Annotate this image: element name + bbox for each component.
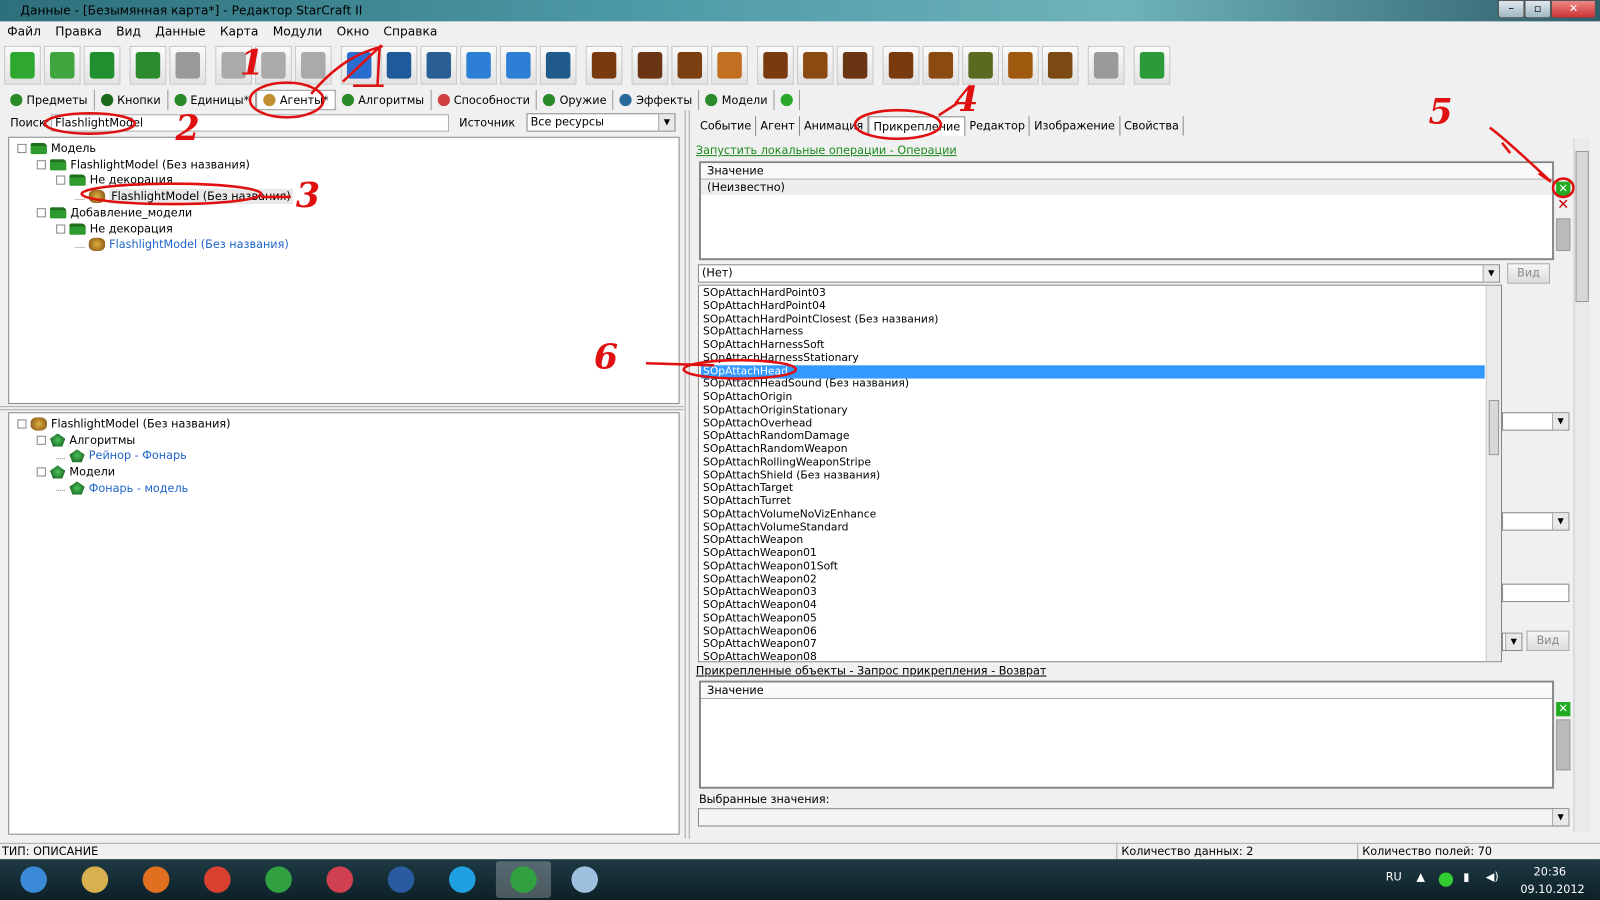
annotation-1: 1	[239, 42, 264, 84]
annotation-6: 6	[593, 336, 619, 378]
annotation-4: 4	[954, 79, 979, 121]
annotation-stroke	[938, 100, 1552, 183]
annotation-stroke	[310, 43, 384, 95]
annotation-circle-agents	[248, 81, 325, 119]
annotation-2: 2	[175, 108, 200, 149]
annotation-circle-search	[43, 111, 136, 135]
app-window: Данные - [Безымянная карта*] - Редактор …	[0, 0, 1600, 900]
annotation-3: 3	[295, 175, 321, 217]
annotation-circle-add	[1551, 177, 1575, 199]
annotation-5: 5	[1428, 91, 1453, 133]
annotation-overlay	[43, 43, 1575, 380]
annotation-circle-tab	[853, 108, 943, 141]
annotation-circle-tree	[80, 182, 263, 206]
annotation-circle-head	[682, 358, 798, 380]
